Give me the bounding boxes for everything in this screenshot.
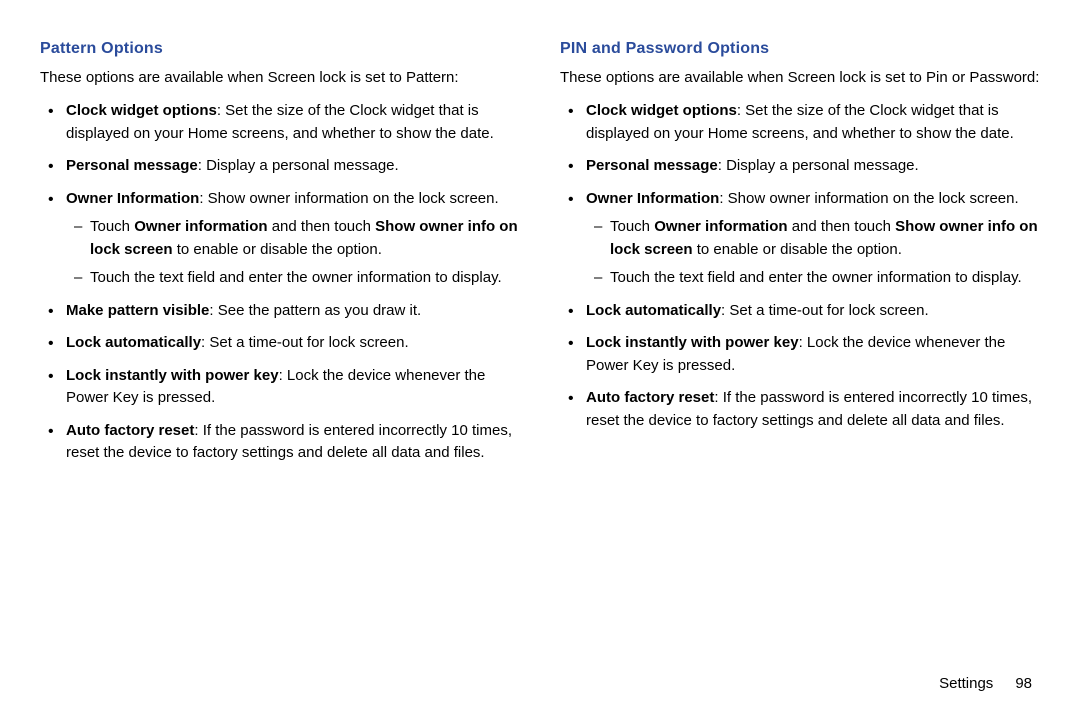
list-item: Clock widget options: Set the size of th… (58, 100, 520, 145)
page-footer: Settings 98 (939, 675, 1032, 692)
list-item: Personal message: Display a personal mes… (578, 155, 1040, 178)
sub-item: Touch the text field and enter the owner… (600, 267, 1040, 290)
list-item: Auto factory reset: If the password is e… (578, 387, 1040, 432)
sub-list: Touch Owner information and then touch S… (66, 216, 520, 290)
list-item: Clock widget options: Set the size of th… (578, 100, 1040, 145)
intro-text: These options are available when Screen … (40, 68, 520, 88)
list-item: Lock automatically: Set a time-out for l… (578, 300, 1040, 323)
list-item: Make pattern visible: See the pattern as… (58, 300, 520, 323)
sub-item: Touch the text field and enter the owner… (80, 267, 520, 290)
section-heading-pattern: Pattern Options (40, 40, 520, 58)
sub-item: Touch Owner information and then touch S… (80, 216, 520, 261)
list-item: Owner Information: Show owner informatio… (578, 188, 1040, 290)
list-item: Personal message: Display a personal mes… (58, 155, 520, 178)
section-heading-pin: PIN and Password Options (560, 40, 1040, 58)
left-column: Pattern Options These options are availa… (40, 40, 520, 475)
footer-section: Settings (939, 675, 993, 692)
footer-page-number: 98 (1015, 675, 1032, 692)
list-item: Lock automatically: Set a time-out for l… (58, 332, 520, 355)
sub-item: Touch Owner information and then touch S… (600, 216, 1040, 261)
list-item: Lock instantly with power key: Lock the … (58, 365, 520, 410)
right-column: PIN and Password Options These options a… (560, 40, 1040, 475)
list-item: Owner Information: Show owner informatio… (58, 188, 520, 290)
bullet-list: Clock widget options: Set the size of th… (40, 100, 520, 465)
sub-list: Touch Owner information and then touch S… (586, 216, 1040, 290)
content-columns: Pattern Options These options are availa… (40, 40, 1040, 475)
intro-text: These options are available when Screen … (560, 68, 1040, 88)
bullet-list: Clock widget options: Set the size of th… (560, 100, 1040, 432)
list-item: Lock instantly with power key: Lock the … (578, 332, 1040, 377)
list-item: Auto factory reset: If the password is e… (58, 420, 520, 465)
